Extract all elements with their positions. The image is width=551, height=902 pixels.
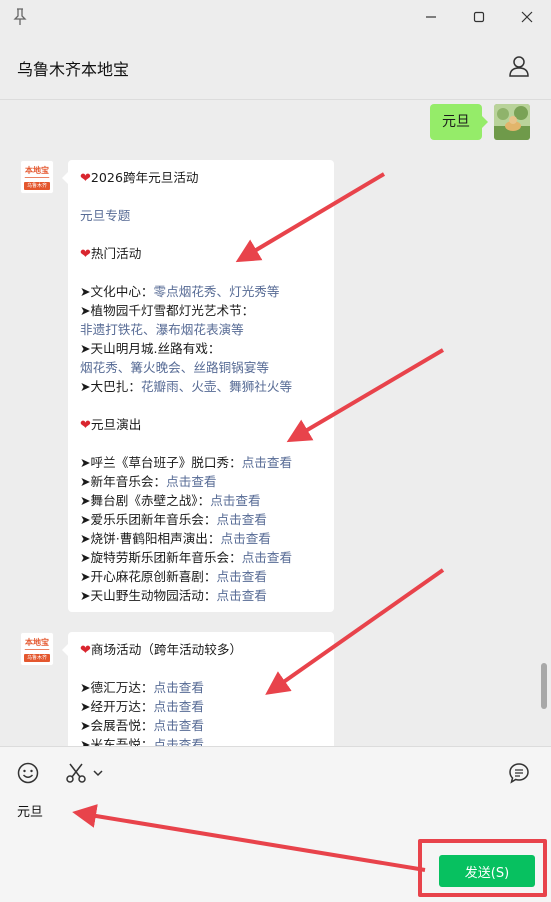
list-item: 非遗打铁花、瀑布烟花表演等 — [80, 320, 322, 339]
pin-icon[interactable] — [12, 8, 28, 26]
my-message-text: 元旦 — [442, 114, 470, 130]
person-icon[interactable] — [507, 54, 531, 78]
view-link[interactable]: 点击查看 — [217, 512, 267, 527]
maximize-button[interactable] — [455, 0, 503, 34]
message-bubble[interactable]: ❤商场活动（跨年活动较多） ➤德汇万达：点击查看 ➤经开万达：点击查看 ➤会展吾… — [62, 632, 334, 746]
heart-icon: ❤ — [80, 247, 91, 262]
activity-link[interactable]: 烟花秀、篝火晚会、丝路铜锅宴等 — [80, 360, 269, 375]
chevron-down-icon[interactable] — [92, 761, 104, 785]
chat-area[interactable]: 元旦 本地宝 乌鲁木齐 ❤2026跨年元旦活动 元旦专题 ❤热门活动 ➤文化中心… — [0, 101, 551, 746]
view-link[interactable]: 点击查看 — [154, 737, 204, 746]
minimize-button[interactable] — [407, 0, 455, 34]
avatar-top-text: 本地宝 — [25, 166, 49, 175]
list-item: ➤呼兰《草台班子》脱口秀：点击查看 — [80, 455, 293, 470]
scrollbar[interactable] — [541, 663, 547, 709]
list-item: ➤烧饼·曹鹤阳相声演出：点击查看 — [80, 531, 271, 546]
activity-link[interactable]: 非遗打铁花、瀑布烟花表演等 — [80, 322, 244, 337]
list-item: ➤爱乐乐团新年音乐会：点击查看 — [80, 512, 267, 527]
minimize-icon — [426, 16, 436, 18]
avatar[interactable]: 本地宝 乌鲁木齐 — [20, 160, 54, 194]
heart-icon: ❤ — [80, 171, 91, 186]
list-item: ➤德汇万达：点击查看 — [80, 680, 204, 695]
avatar-top-text: 本地宝 — [25, 638, 49, 647]
activity-link[interactable]: 零点烟花秀、灯光秀等 — [154, 284, 280, 299]
avatar-bottom-text: 乌鲁木齐 — [24, 182, 50, 190]
scissors-icon[interactable] — [64, 761, 88, 785]
list-item: ➤新年音乐会：点击查看 — [80, 474, 217, 489]
list-item: ➤米东吾悦：点击查看 — [80, 735, 322, 746]
view-link[interactable]: 点击查看 — [154, 718, 204, 733]
list-item: ➤文化中心：零点烟花秀、灯光秀等 — [80, 284, 280, 299]
view-link[interactable]: 点击查看 — [217, 588, 267, 603]
message-input[interactable]: 元旦 — [17, 801, 43, 820]
view-link[interactable]: 点击查看 — [166, 474, 216, 489]
list-item: ➤会展吾悦：点击查看 — [80, 718, 204, 733]
heart-icon: ❤ — [80, 643, 91, 658]
annotation-highlight-box — [418, 839, 547, 897]
list-item: ➤经开万达：点击查看 — [80, 699, 204, 714]
special-topic-link[interactable]: 元旦专题 — [80, 208, 130, 223]
list-item: ➤天山明月城.丝路有戏： — [80, 341, 221, 356]
close-icon — [521, 11, 533, 23]
avatar-divider — [24, 177, 50, 178]
view-link[interactable]: 点击查看 — [242, 550, 292, 565]
avatar-divider — [24, 649, 50, 650]
view-link[interactable]: 点击查看 — [154, 680, 204, 695]
title-bar — [0, 0, 551, 34]
my-avatar[interactable] — [494, 104, 530, 140]
close-button[interactable] — [503, 0, 551, 34]
message-title: ❤商场活动（跨年活动较多） — [80, 642, 243, 658]
chat-title: 乌鲁木齐本地宝 — [17, 60, 130, 79]
my-message-bubble[interactable]: 元旦 — [430, 104, 488, 140]
avatar-bottom-text: 乌鲁木齐 — [24, 654, 50, 662]
chat-header: 乌鲁木齐本地宝 — [0, 34, 551, 100]
list-item: 烟花秀、篝火晚会、丝路铜锅宴等 — [80, 358, 322, 377]
avatar[interactable]: 本地宝 乌鲁木齐 — [20, 632, 54, 666]
message-title: ❤2026跨年元旦活动 — [80, 170, 199, 186]
list-item: ➤大巴扎：花瓣雨、火壶、舞狮社火等 — [80, 379, 293, 394]
section-heading: ❤元旦演出 — [80, 417, 142, 433]
emoji-icon[interactable] — [16, 761, 40, 785]
maximize-icon — [473, 11, 485, 23]
list-item: ➤植物园千灯雪都灯光艺术节： — [80, 303, 255, 318]
activity-link[interactable]: 花瓣雨、火壶、舞狮社火等 — [141, 379, 292, 394]
list-item: ➤开心麻花原创新喜剧：点击查看 — [80, 569, 267, 584]
list-item: ➤旋特劳斯乐团新年音乐会：点击查看 — [80, 550, 293, 565]
view-link[interactable]: 点击查看 — [242, 455, 292, 470]
list-item: ➤天山野生动物园活动：点击查看 — [80, 588, 267, 603]
view-link[interactable]: 点击查看 — [154, 699, 204, 714]
chat-history-icon[interactable] — [507, 761, 531, 785]
view-link[interactable]: 点击查看 — [221, 531, 271, 546]
view-link[interactable]: 点击查看 — [217, 569, 267, 584]
view-link[interactable]: 点击查看 — [210, 493, 260, 508]
section-heading: ❤热门活动 — [80, 246, 142, 262]
heart-icon: ❤ — [80, 418, 91, 433]
list-item: ➤舞台剧《赤壁之战》：点击查看 — [80, 493, 261, 508]
message-bubble[interactable]: ❤2026跨年元旦活动 元旦专题 ❤热门活动 ➤文化中心：零点烟花秀、灯光秀等 … — [62, 160, 334, 612]
avatar-image — [494, 104, 530, 140]
